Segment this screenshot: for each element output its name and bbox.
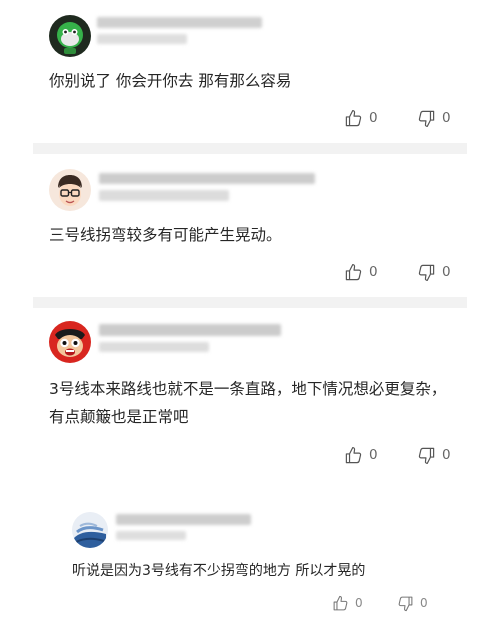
- dislike-button[interactable]: 0: [417, 262, 451, 282]
- like-count: 0: [369, 110, 378, 126]
- dislike-button[interactable]: 0: [417, 445, 451, 465]
- like-count: 0: [355, 596, 363, 610]
- blurred-meta: [116, 531, 186, 540]
- like-count: 0: [369, 264, 378, 280]
- separator: [33, 143, 467, 154]
- user-avatar[interactable]: [49, 169, 91, 211]
- red-mascot-avatar-icon: [49, 321, 91, 363]
- thumbs-up-icon: [345, 446, 362, 463]
- user-avatar[interactable]: [49, 321, 91, 363]
- comment-text: 三号线拐弯较多有可能产生晃动。: [49, 226, 282, 244]
- like-count: 0: [369, 447, 378, 463]
- separator: [33, 297, 467, 308]
- blurred-meta: [97, 34, 187, 44]
- dislike-button[interactable]: 0: [417, 108, 451, 128]
- like-button[interactable]: 0: [344, 108, 378, 128]
- comment-card: 你别说了 你会开你去 那有那么容易 0 0: [33, 8, 467, 143]
- comment-card: 三号线拐弯较多有可能产生晃动。 0 0: [33, 154, 467, 297]
- dislike-button[interactable]: 0: [397, 593, 428, 613]
- like-button[interactable]: 0: [332, 593, 363, 613]
- like-button[interactable]: 0: [344, 262, 378, 282]
- blurred-username: [97, 17, 262, 28]
- comment-text: 3号线本来路线也就不是一条直路，地下情况想必更复杂，有点颠簸也是正常吧: [49, 380, 447, 426]
- glasses-face-avatar-icon: [49, 169, 91, 211]
- reply-text: 听说是因为3号线有不少拐弯的地方 所以才晃的: [72, 563, 366, 579]
- thumbs-down-icon: [418, 447, 435, 464]
- green-cartoon-avatar-icon: [49, 15, 91, 57]
- blurred-username: [99, 173, 315, 184]
- comment-list: 你别说了 你会开你去 那有那么容易 0 0 三号线拐弯较多有可能产生晃动。 0 …: [0, 0, 491, 622]
- thumbs-up-icon: [333, 595, 348, 610]
- blurred-username: [116, 514, 251, 525]
- dislike-count: 0: [442, 447, 451, 463]
- comment-card: 3号线本来路线也就不是一条直路，地下情况想必更复杂，有点颠簸也是正常吧 0 0: [33, 308, 467, 478]
- thumbs-down-icon: [418, 264, 435, 281]
- dislike-count: 0: [442, 264, 451, 280]
- blurred-meta: [99, 342, 209, 352]
- comment-text: 你别说了 你会开你去 那有那么容易: [49, 72, 292, 90]
- blurred-meta: [99, 190, 229, 201]
- dislike-count: 0: [420, 596, 428, 610]
- blue-swirl-avatar-icon: [72, 512, 108, 548]
- dislike-count: 0: [442, 110, 451, 126]
- thumbs-up-icon: [345, 263, 362, 280]
- thumbs-down-icon: [398, 596, 413, 611]
- user-avatar[interactable]: [72, 512, 108, 548]
- thumbs-down-icon: [418, 110, 435, 127]
- like-button[interactable]: 0: [344, 445, 378, 465]
- reply-card: 听说是因为3号线有不少拐弯的地方 所以才晃的 0 0: [58, 500, 441, 612]
- user-avatar[interactable]: [49, 15, 91, 57]
- blurred-username: [99, 324, 281, 336]
- thumbs-up-icon: [345, 109, 362, 126]
